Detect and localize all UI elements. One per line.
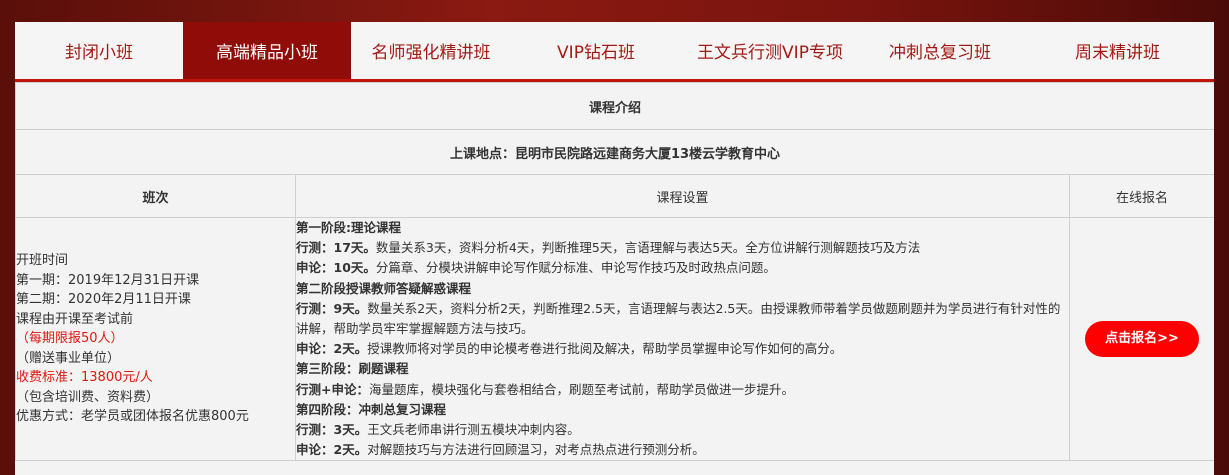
course-line: 申论：2天。对解题技巧与方法进行回顾温习，对考点热点进行预测分析。 [296, 442, 705, 458]
course-line: 行测：9天。数量关系2天，资料分析2天，判断推理2.5天，言语理解与表达2.5天… [296, 300, 1061, 337]
price-line: 收费标准：13800元/人 [16, 370, 153, 386]
header-class: 班次 [15, 174, 296, 218]
discount-line: 优惠方式：老学员或团体报名优惠800元 [16, 409, 249, 425]
course-line: 行测：17天。数量关系3天，资料分析4天，判断推理5天，言语理解与表达5天。全方… [296, 240, 921, 256]
tab-closed-small-class[interactable]: 封闭小班 [15, 22, 183, 79]
class-info-cell: 开班时间 第一期：2019年12月31日开课 第二期：2020年2月11日开课 … [15, 216, 296, 462]
info-line: 第二期：2020年2月11日开课 [16, 292, 191, 308]
tab-famous-teacher-class[interactable]: 名师强化精讲班 [351, 22, 511, 79]
tab-wang-vip-special[interactable]: 王文兵行测VIP专项 [681, 22, 859, 79]
course-stage-title: 第三阶段：刷题课程 [296, 361, 409, 377]
info-line: 课程由开课至考试前 [16, 311, 134, 327]
table-title: 课程介绍 [15, 82, 1214, 130]
signup-cell: 点击报名>> [1069, 216, 1214, 462]
course-line: 行测：3天。王文兵老师串讲行测五模块冲刺内容。 [296, 422, 580, 438]
tab-premium-small-class[interactable]: 高端精品小班 [183, 22, 351, 79]
info-line: （赠送事业单位） [16, 350, 121, 366]
info-line: （包含培训费、资料费） [16, 389, 160, 405]
tab-weekend-class[interactable]: 周末精讲班 [1021, 22, 1214, 79]
course-content-cell: 第一阶段:理论课程 行测：17天。数量关系3天，资料分析4天，判断推理5天，言语… [295, 216, 1070, 462]
class-tabs: 封闭小班 高端精品小班 名师强化精讲班 VIP钻石班 王文兵行测VIP专项 冲刺… [15, 22, 1214, 82]
course-stage-title: 第一阶段:理论课程 [296, 220, 401, 235]
header-course: 课程设置 [295, 174, 1070, 218]
info-line: 开班时间 [16, 253, 69, 269]
location-text: 上课地点：昆明市民院路远建商务大厦13楼云学教育中心 [15, 129, 1214, 175]
course-table: 课程介绍 上课地点：昆明市民院路远建商务大厦13楼云学教育中心 班次 课程设置 … [15, 82, 1214, 462]
course-line: 申论：2天。授课教师将对学员的申论模考卷进行批阅及解决，帮助学员掌握申论写作如何… [296, 341, 843, 357]
header-signup: 在线报名 [1069, 174, 1214, 218]
tab-sprint-review-class[interactable]: 冲刺总复习班 [859, 22, 1021, 79]
course-stage-title: 第四阶段：冲刺总复习课程 [296, 401, 447, 417]
signup-button[interactable]: 点击报名>> [1085, 321, 1199, 358]
course-line: 申论：10天。分篇章、分模块讲解申论写作赋分标准、申论写作技巧及时政热点问题。 [296, 260, 776, 276]
course-stage-title: 第二阶段授课教师答疑解惑课程 [296, 280, 472, 296]
course-line: 行测+申论：海量题库，模块强化与套卷相结合，刷题至考试前，帮助学员做进一步提升。 [296, 381, 794, 397]
info-line: 第一期：2019年12月31日开课 [16, 272, 200, 288]
course-panel: 封闭小班 高端精品小班 名师强化精讲班 VIP钻石班 王文兵行测VIP专项 冲刺… [15, 22, 1214, 475]
info-line: （每期限报50人） [16, 331, 124, 347]
tab-vip-diamond-class[interactable]: VIP钻石班 [511, 22, 681, 79]
